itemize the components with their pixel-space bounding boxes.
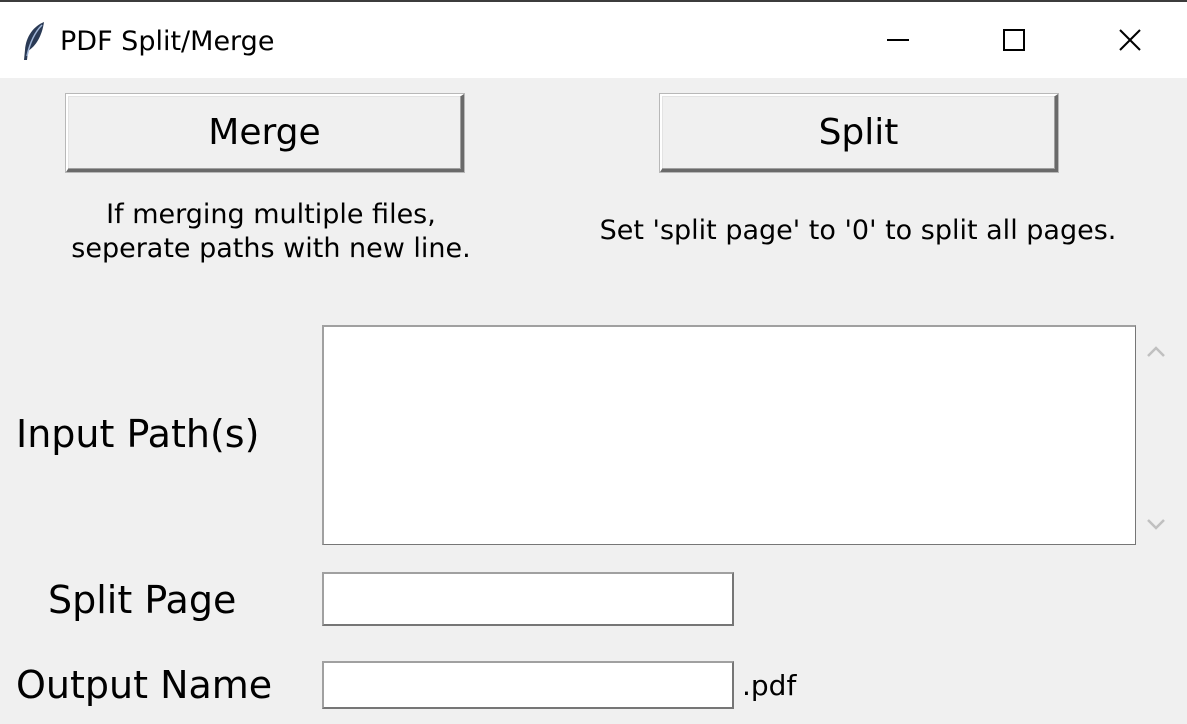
minimize-button[interactable]: [842, 2, 954, 78]
maximize-button[interactable]: [958, 2, 1070, 78]
output-name-label: Output Name: [16, 663, 273, 707]
pdf-extension-label: .pdf: [742, 669, 797, 702]
window-title: PDF Split/Merge: [60, 26, 275, 57]
scroll-up-icon[interactable]: [1142, 338, 1170, 366]
split-page-label: Split Page: [48, 578, 237, 622]
merge-hint-text: If merging multiple files, seperate path…: [71, 199, 471, 264]
close-icon: [1119, 29, 1141, 51]
split-hint-text: Set 'split page' to '0' to split all pag…: [599, 215, 1117, 246]
scroll-down-icon[interactable]: [1142, 510, 1170, 538]
output-name-input[interactable]: [322, 661, 734, 709]
minimize-icon: [887, 39, 909, 41]
input-paths-label: Input Path(s): [16, 412, 260, 456]
title-bar[interactable]: PDF Split/Merge: [0, 2, 1187, 78]
close-button[interactable]: [1074, 2, 1186, 78]
maximize-icon: [1003, 29, 1025, 51]
app-window: PDF Split/Merge Merge Split If merging m…: [0, 0, 1187, 724]
split-page-input[interactable]: [322, 572, 734, 626]
input-paths-textarea[interactable]: [322, 325, 1136, 545]
split-button[interactable]: Split: [660, 94, 1058, 172]
merge-button[interactable]: Merge: [66, 94, 464, 172]
feather-icon: [20, 20, 48, 62]
